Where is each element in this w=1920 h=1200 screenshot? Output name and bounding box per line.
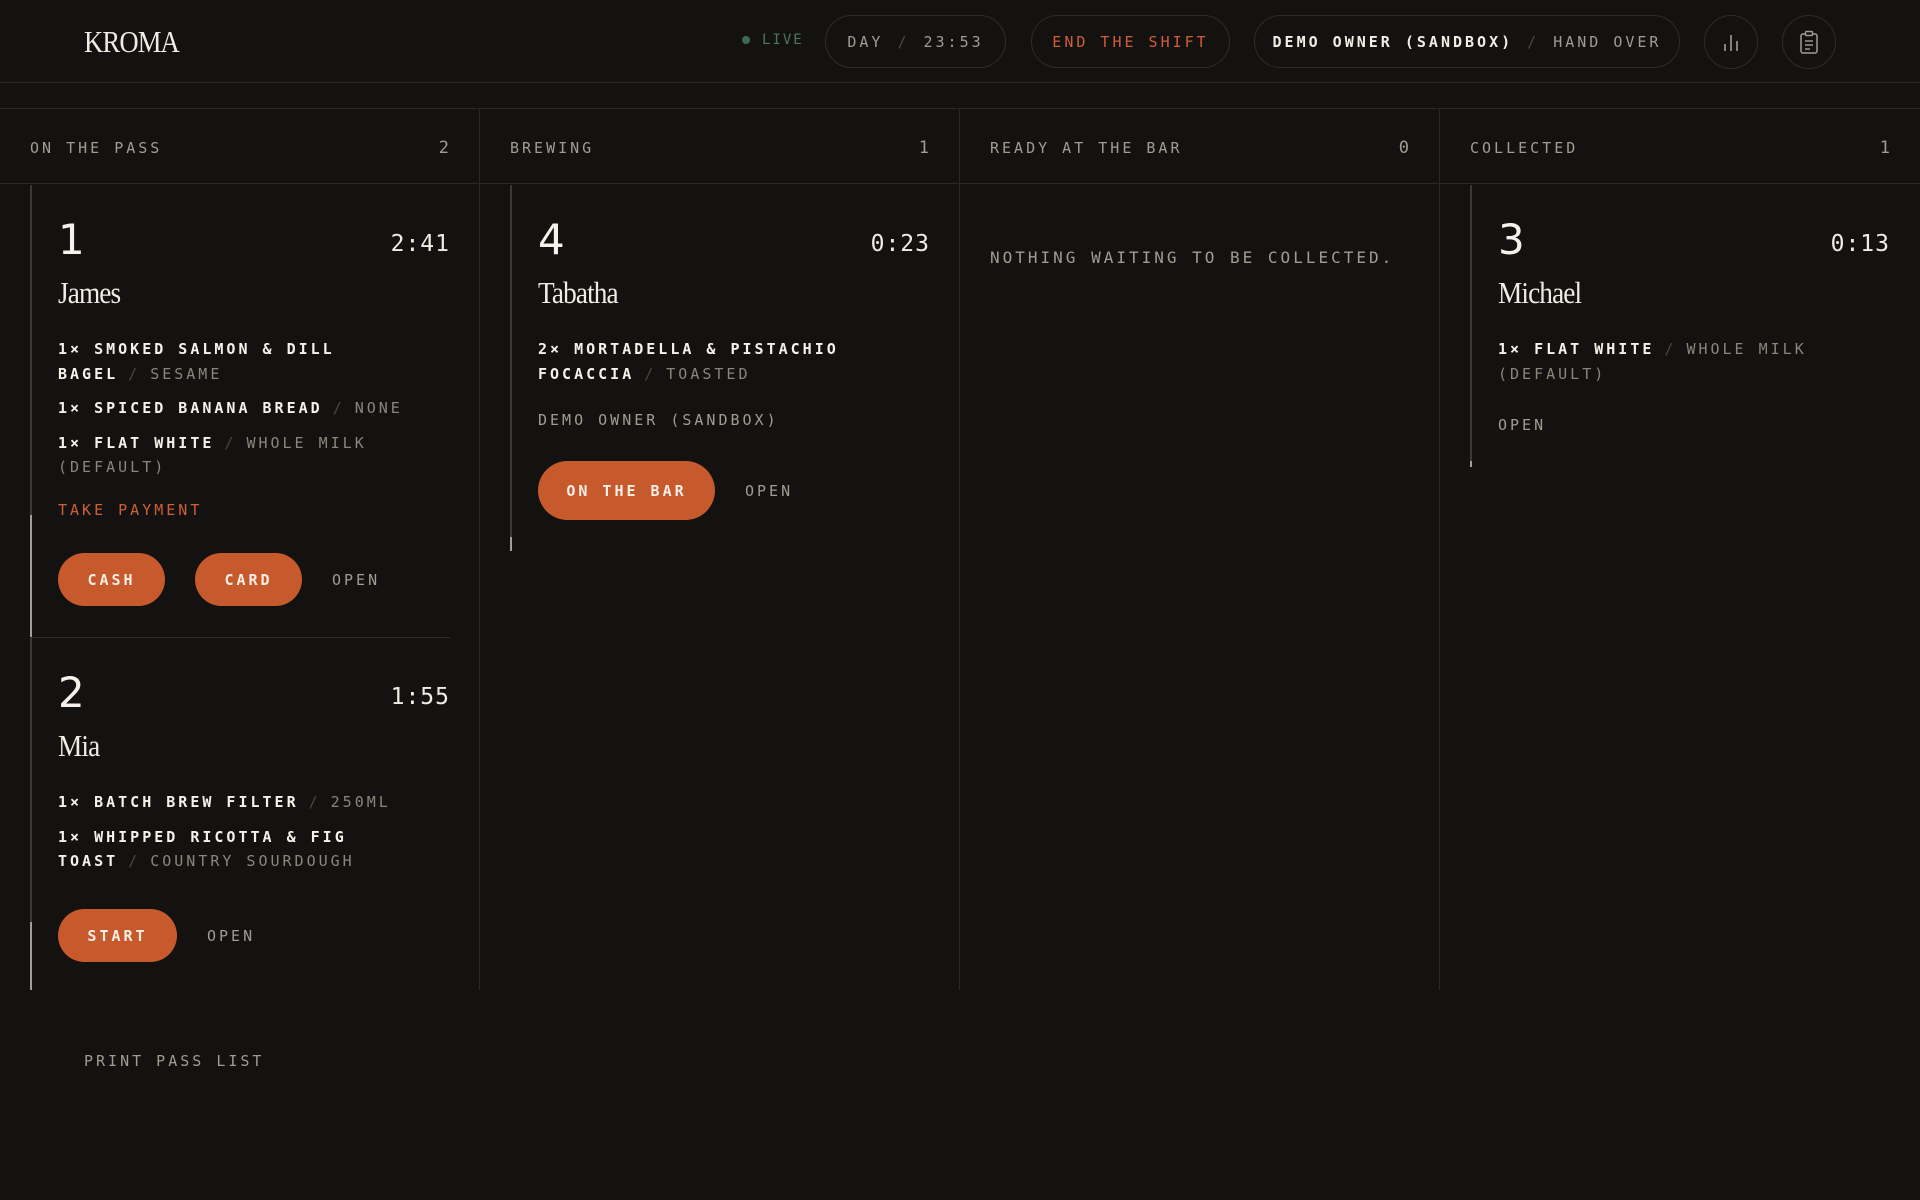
live-label: LIVE	[762, 32, 804, 48]
column-header: BREWING 1	[480, 109, 959, 184]
order-item: 1× BATCH BREW FILTER/250ML	[58, 793, 391, 811]
order-number: 4	[538, 215, 565, 264]
order-item: 1× SPICED BANANA BREAD / NONE	[58, 399, 403, 417]
cash-button[interactable]: CASH	[58, 553, 165, 606]
order-number: 2	[58, 668, 85, 717]
live-dot-icon	[742, 36, 750, 44]
open-button[interactable]: OPEN	[207, 927, 255, 945]
order-items: 1× SMOKED SALMON & DILL BAGEL / SESAME 1× …	[58, 337, 438, 490]
column-ready-at-the-bar: READY AT THE BAR 0 NOTHING WAITING TO BE…	[960, 109, 1440, 990]
clipboard-button[interactable]	[1782, 15, 1836, 69]
logo: KROMA	[84, 24, 180, 59]
column-title: ON THE PASS	[30, 139, 163, 157]
owner-name: DEMO OWNER (SANDBOX)	[1272, 32, 1514, 51]
customer-name: James	[58, 275, 121, 310]
take-payment-label: TAKE PAYMENT	[58, 501, 203, 519]
column-count: 1	[918, 138, 929, 158]
column-title: BREWING	[510, 139, 595, 157]
empty-state-text: NOTHING WAITING TO BE COLLECTED.	[990, 248, 1395, 267]
order-number: 3	[1498, 215, 1525, 264]
shift-clock: DAY / 23:53	[825, 15, 1006, 68]
order-item: 2× MORTADELLA & PISTACHIO FOCACCIA / TOAST…	[538, 340, 839, 383]
end-shift-button[interactable]: END THE SHIFT	[1031, 15, 1230, 68]
start-button[interactable]: START	[58, 909, 177, 962]
card-accent	[30, 515, 32, 637]
separator: /	[1527, 32, 1540, 51]
column-count: 0	[1398, 138, 1409, 158]
column-collected: COLLECTED 1 3 0:13 Michael 1× FLAT WHITE…	[1440, 109, 1920, 990]
order-items: 1× FLAT WHITE / WHOLE MILK (DEFAULT)	[1498, 337, 1878, 396]
customer-name: Michael	[1498, 275, 1582, 310]
order-item: 1× SMOKED SALMON & DILL BAGEL / SESAME	[58, 340, 335, 383]
shift-period: DAY	[847, 32, 884, 51]
assigned-staff: DEMO OWNER (SANDBOX)	[538, 411, 779, 429]
order-item: 1× WHIPPED RICOTTA & FIG TOAST / COUNTRY S…	[58, 827, 355, 871]
card-accent	[30, 922, 32, 990]
open-button[interactable]: OPEN	[745, 482, 793, 500]
bar-chart-icon	[1724, 35, 1738, 51]
shift-time: 23:53	[923, 32, 984, 51]
order-card[interactable]: 2 1:55 Mia 1× BATCH BREW FILTER/250ML 1×…	[30, 638, 450, 990]
hand-over-button[interactable]: HAND OVER	[1553, 33, 1661, 51]
column-title: COLLECTED	[1470, 139, 1579, 157]
column-header: ON THE PASS 2	[0, 109, 479, 184]
order-card[interactable]: 1 2:41 James 1× SMOKED SALMON & DILL BAG…	[30, 185, 450, 637]
card-accent	[1470, 461, 1472, 467]
order-timer: 0:23	[870, 231, 930, 257]
order-number: 1	[58, 215, 85, 264]
open-button[interactable]: OPEN	[332, 571, 380, 589]
open-button[interactable]: OPEN	[1498, 416, 1546, 434]
order-items: 1× BATCH BREW FILTER/250ML 1× WHIPPED RI…	[58, 790, 438, 884]
owner-pill: DEMO OWNER (SANDBOX) / HAND OVER	[1254, 15, 1680, 68]
column-header: COLLECTED 1	[1440, 109, 1920, 184]
order-items: 2× MORTADELLA & PISTACHIO FOCACCIA / TOAST…	[538, 337, 918, 396]
column-brewing: BREWING 1 4 0:23 Tabatha 2× MORTADELLA &…	[480, 109, 960, 990]
card-button[interactable]: CARD	[195, 553, 302, 606]
order-timer: 0:13	[1830, 231, 1890, 257]
column-header: READY AT THE BAR 0	[960, 109, 1439, 184]
column-title: READY AT THE BAR	[990, 139, 1183, 157]
reports-button[interactable]	[1704, 15, 1758, 69]
customer-name: Mia	[58, 728, 100, 763]
order-timer: 1:55	[390, 684, 450, 710]
order-item: 1× FLAT WHITE / WHOLE MILK (DEFAULT)	[58, 433, 367, 477]
order-card[interactable]: 4 0:23 Tabatha 2× MORTADELLA & PISTACHIO…	[510, 185, 930, 551]
column-on-the-pass: ON THE PASS 2 1 2:41 James 1× SMOKED SAL…	[0, 109, 480, 990]
customer-name: Tabatha	[538, 275, 619, 310]
order-timer: 2:41	[390, 231, 450, 257]
on-the-bar-button[interactable]: ON THE BAR	[538, 461, 715, 520]
clipboard-icon	[1800, 30, 1818, 54]
column-count: 1	[1879, 138, 1890, 158]
order-item: 1× FLAT WHITE / WHOLE MILK (DEFAULT)	[1498, 340, 1807, 383]
card-accent	[510, 537, 512, 551]
live-indicator: LIVE	[742, 32, 804, 48]
print-pass-list-button[interactable]: PRINT PASS LIST	[84, 1052, 264, 1070]
column-count: 2	[438, 138, 449, 158]
top-bar: KROMA LIVE DAY / 23:53 END THE SHIFT DEM…	[0, 0, 1920, 83]
separator: /	[897, 32, 910, 51]
order-card[interactable]: 3 0:13 Michael 1× FLAT WHITE / WHOLE MILK …	[1470, 185, 1890, 467]
